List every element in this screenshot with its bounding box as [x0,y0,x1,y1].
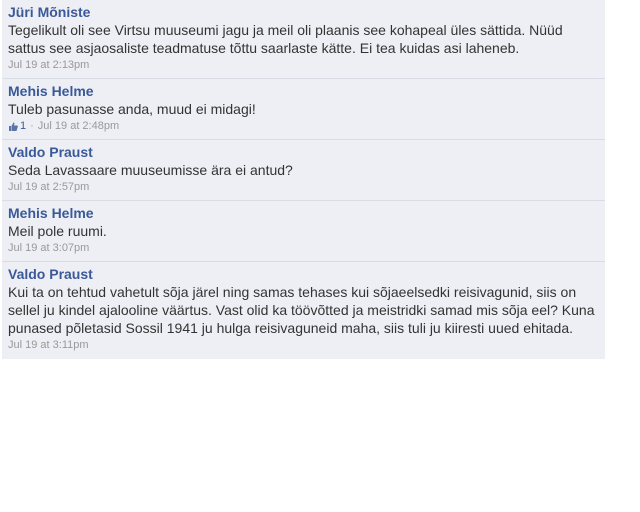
comment-item: Valdo Praust Kui ta on tehtud vahetult s… [2,262,605,359]
comment-text: Meil pole ruumi. [8,223,107,239]
comment-meta: Jul 19 at 3:07pm [8,240,599,256]
like-count-link[interactable]: 1 [8,118,26,134]
comment-meta: Jul 19 at 3:11pm [8,337,599,353]
meta-separator: · [30,120,34,132]
comment-author-link[interactable]: Mehis Helme [8,204,599,222]
comment-text: Seda Lavassaare muuseumisse ära ei antud… [8,162,293,178]
comment-text: Tuleb pasunasse anda, muud ei midagi! [8,101,256,117]
comment-item: Valdo Praust Seda Lavassaare muuseumisse… [2,140,605,201]
comment-meta: 1 · Jul 19 at 2:48pm [8,118,599,134]
comment-timestamp[interactable]: Jul 19 at 2:48pm [38,118,119,134]
comment-item: Jüri Mõniste Tegelikult oli see Virtsu m… [2,0,605,79]
comment-text: Kui ta on tehtud vahetult sõja järel nin… [8,284,595,336]
comment-timestamp[interactable]: Jul 19 at 3:07pm [8,240,89,256]
comment-meta: Jul 19 at 2:13pm [8,57,599,73]
comment-item: Mehis Helme Meil pole ruumi. Jul 19 at 3… [2,201,605,262]
comment-meta: Jul 19 at 2:57pm [8,179,599,195]
comment-author-link[interactable]: Valdo Praust [8,143,599,161]
comment-item: Mehis Helme Tuleb pasunasse anda, muud e… [2,79,605,140]
comment-timestamp[interactable]: Jul 19 at 3:11pm [8,337,89,353]
comment-text: Tegelikult oli see Virtsu muuseumi jagu … [8,22,563,56]
comment-author-link[interactable]: Jüri Mõniste [8,3,599,21]
like-count: 1 [20,120,27,132]
comment-timestamp[interactable]: Jul 19 at 2:57pm [8,179,89,195]
comment-author-link[interactable]: Valdo Praust [8,265,599,283]
comment-author-link[interactable]: Mehis Helme [8,82,599,100]
comment-thread: Jüri Mõniste Tegelikult oli see Virtsu m… [2,0,605,359]
thumbs-up-icon [9,122,18,131]
comment-timestamp[interactable]: Jul 19 at 2:13pm [8,57,89,73]
